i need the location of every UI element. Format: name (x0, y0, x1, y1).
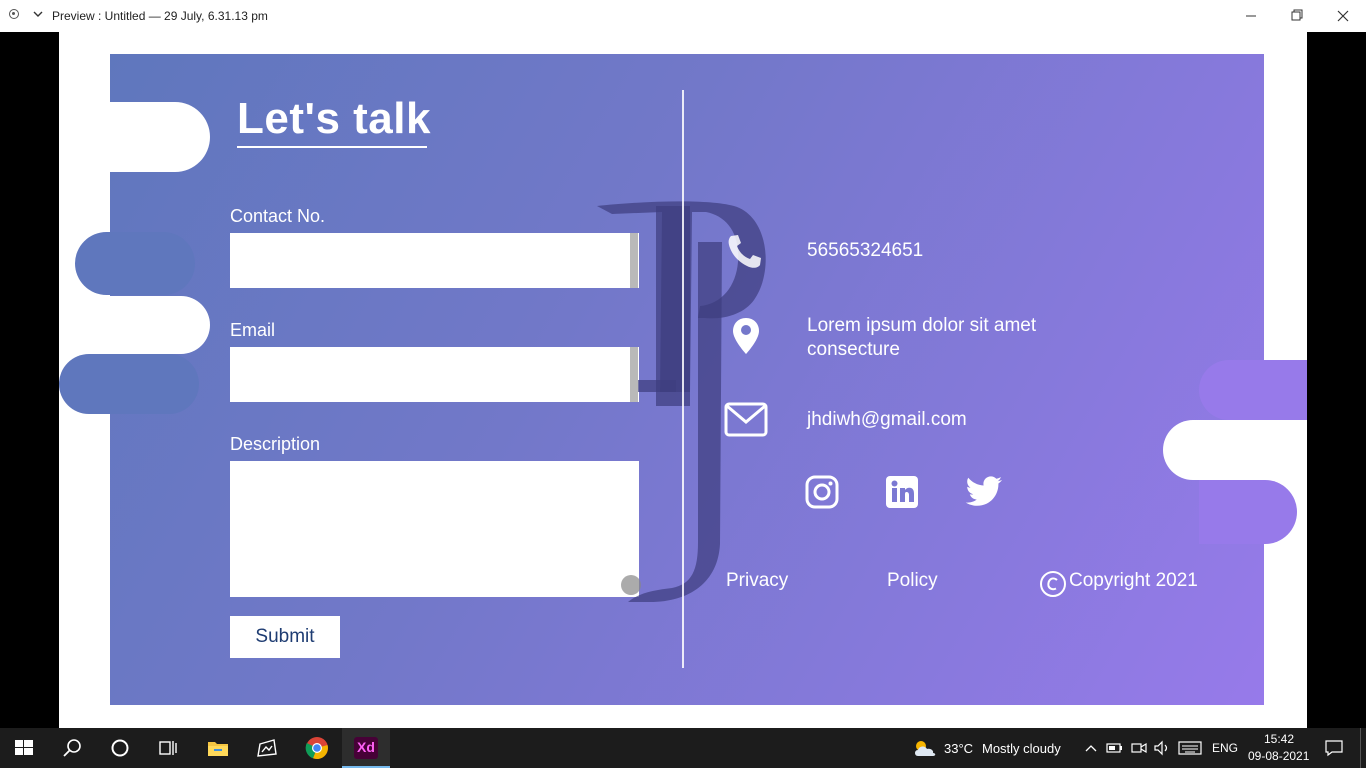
weather-description[interactable]: Mostly cloudy (982, 741, 1061, 756)
show-desktop-button[interactable] (1360, 728, 1361, 768)
meet-icon[interactable] (1130, 740, 1148, 756)
start-button[interactable] (0, 728, 48, 768)
notification-icon[interactable] (1324, 739, 1344, 757)
email-label: Email (230, 320, 276, 340)
weather-temperature[interactable]: 33°C (944, 741, 973, 756)
search-icon (63, 739, 81, 757)
phone-number: 56565324651 (807, 240, 924, 261)
chrome-icon (305, 737, 328, 760)
instagram-icon[interactable] (805, 475, 839, 509)
task-view-icon (159, 741, 177, 755)
chrome-button[interactable] (293, 728, 341, 768)
close-button[interactable] (1320, 0, 1366, 32)
purple-blob (1199, 480, 1297, 544)
taskbar: Xd 33°C Mostly cloudy ENG 15:42 09-08-20… (0, 728, 1366, 768)
field-shadow (630, 347, 638, 402)
start-icon (15, 740, 33, 755)
copyright-text: Copyright 2021 (1069, 570, 1198, 591)
address: Lorem ipsum dolor sit amet consecture (807, 314, 1036, 362)
volume-icon[interactable] (1153, 740, 1171, 756)
twitter-icon[interactable] (965, 475, 1003, 509)
xd-label: Xd (357, 739, 375, 755)
white-blob (89, 102, 210, 172)
purple-blob (1199, 360, 1307, 420)
minimize-icon (1246, 15, 1256, 17)
adobe-xd-button[interactable]: Xd (342, 728, 390, 768)
cortana-button[interactable] (96, 728, 144, 768)
field-shadow (630, 233, 638, 288)
contact-label: Contact No. (230, 206, 326, 226)
photos-button[interactable] (243, 728, 291, 768)
window-title-bar: Preview : Untitled — 29 July, 6.31.13 pm (0, 0, 1366, 32)
email-field[interactable] (230, 347, 639, 402)
white-blob (89, 296, 210, 354)
file-explorer-icon (208, 742, 228, 756)
description-field[interactable] (230, 461, 639, 597)
white-blob (1163, 420, 1273, 480)
page-title: Let's talk (237, 94, 431, 143)
vertical-divider (682, 90, 684, 668)
file-explorer-button[interactable] (194, 728, 242, 768)
search-button[interactable] (48, 728, 96, 768)
address-line-1: Lorem ipsum dolor sit amet (807, 315, 1037, 336)
submit-button[interactable]: Submit (230, 616, 340, 658)
keyboard-icon[interactable] (1178, 740, 1202, 756)
blue-blob (59, 354, 199, 414)
policy-link[interactable]: Policy (887, 570, 938, 592)
clock-time[interactable]: 15:42 (1264, 732, 1294, 746)
copyright-icon (1040, 571, 1066, 597)
privacy-link[interactable]: Privacy (726, 570, 788, 592)
phone-icon (728, 235, 761, 268)
artboard: Let's talk Contact No. Email Description… (59, 32, 1307, 728)
task-view-button[interactable] (144, 728, 192, 768)
email-address: jhdiwh@gmail.com (807, 409, 967, 430)
linkedin-icon[interactable] (885, 475, 919, 509)
chevron-up-icon[interactable] (1084, 742, 1098, 754)
description-label: Description (230, 434, 321, 454)
restore-button[interactable] (1274, 0, 1320, 32)
blue-blob (75, 232, 195, 295)
cortana-icon (111, 739, 129, 757)
language-indicator[interactable]: ENG (1212, 741, 1238, 755)
contact-field[interactable] (230, 233, 639, 288)
address-line-2: consecture (807, 339, 900, 360)
chevron-down-icon[interactable] (32, 8, 44, 20)
close-icon (1337, 10, 1349, 22)
clock-date[interactable]: 09-08-2021 (1248, 749, 1309, 763)
record-icon[interactable] (9, 9, 19, 19)
mail-icon (724, 402, 768, 437)
weather-icon[interactable] (912, 738, 938, 758)
minimize-button[interactable] (1228, 0, 1274, 32)
location-pin-icon (733, 318, 759, 354)
photos-icon (257, 739, 277, 757)
battery-icon[interactable] (1106, 742, 1124, 754)
restore-icon (1291, 9, 1303, 21)
window-title: Preview : Untitled — 29 July, 6.31.13 pm (52, 9, 268, 23)
title-underline (237, 146, 427, 148)
